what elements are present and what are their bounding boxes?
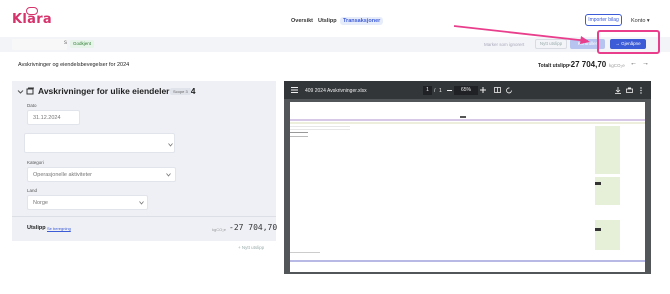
country-label: Land [27,188,38,193]
sheet-header-band [290,122,645,124]
category-value: Operasjonelle aktiviteter [33,172,93,178]
category-label: Kategori [27,160,44,165]
account-menu[interactable]: Konto ▾ [631,18,650,24]
page-number-input[interactable]: 1 [423,86,432,95]
date-field[interactable]: 31.12.2024 [27,110,80,125]
app-logo[interactable]: Klara [12,12,52,30]
total-emission-value: -27 704,70 [568,60,607,69]
chevron-down-icon [139,201,144,205]
annotation-arrow [453,25,590,44]
status-badge: Godkjent [70,40,95,48]
annotation-highlight-box [597,30,660,54]
print-icon[interactable] [626,87,633,94]
collapse-chevron-icon[interactable] [17,89,24,95]
zoom-in-icon[interactable] [480,87,486,93]
page-subtitle: Avskrivninger og eiendelsbevegelser for … [18,62,130,68]
date-label: Dato [27,103,37,108]
total-emission-unit: kgCO₂e [609,63,625,68]
sheet-row [290,132,308,133]
sheet-row [290,252,320,253]
sheet-row [290,126,350,127]
date-value: 31.12.2024 [33,115,61,121]
sheet-value-column [595,126,620,174]
see-calculation-link[interactable]: Se beregning [47,226,71,231]
emission-value: -27 704,70 [229,223,278,232]
nav-transaksjoner[interactable]: Transaksjoner [340,17,384,25]
download-icon[interactable] [615,87,621,94]
total-emission-label: Totalt utslipp [538,63,570,69]
viewer-filename: 409 2024 Avskrivninger.xlsx [305,88,367,94]
next-arrow-icon[interactable]: → [642,60,649,67]
add-emission-button[interactable]: + Nytt utslipp [238,245,264,250]
country-value: Norge [33,200,48,206]
more-icon[interactable] [640,87,642,94]
scope-badge: Scope 3 [170,88,191,95]
page-separator: / [434,88,436,94]
sheet-row [290,129,350,130]
nav-oversikt[interactable]: Oversikt [291,18,313,24]
spreadsheet-page [290,102,645,272]
emission-label: Utslipp [27,225,46,231]
sheet-cell-dark [595,228,601,231]
sheet-value-column [595,220,620,250]
logo-bubble-icon [26,7,38,15]
rotate-icon[interactable] [506,87,513,94]
chevron-down-icon [168,143,173,147]
zoom-level[interactable]: 65% [454,86,478,95]
sheet-cell-dark [595,182,601,185]
chevron-down-icon [166,173,171,177]
page-total: 1 [439,88,442,94]
sheet-header-band [290,119,645,121]
chevron-down-icon: ▾ [646,18,650,24]
country-select[interactable]: Norge [27,195,148,210]
emission-form-panel [12,81,276,241]
zoom-out-icon[interactable] [447,89,452,92]
sheet-title-mark [460,116,466,118]
description-field[interactable] [24,133,175,153]
sheet-row [290,136,308,137]
menu-icon[interactable] [291,87,298,93]
nav-utslipp[interactable]: Utslipp [318,18,337,24]
account-label: Konto [631,18,646,24]
category-select[interactable]: Operasjonelle aktiviteter [27,167,176,182]
emission-unit: kgCO₂e [212,227,227,232]
divider [12,216,276,217]
sheet-total-row [290,260,645,262]
document-name-redacted [12,39,67,50]
fit-page-icon[interactable] [494,87,501,93]
document-name-tail: s [64,40,67,46]
assets-icon [26,87,34,95]
prev-arrow-icon[interactable]: ← [630,60,637,67]
